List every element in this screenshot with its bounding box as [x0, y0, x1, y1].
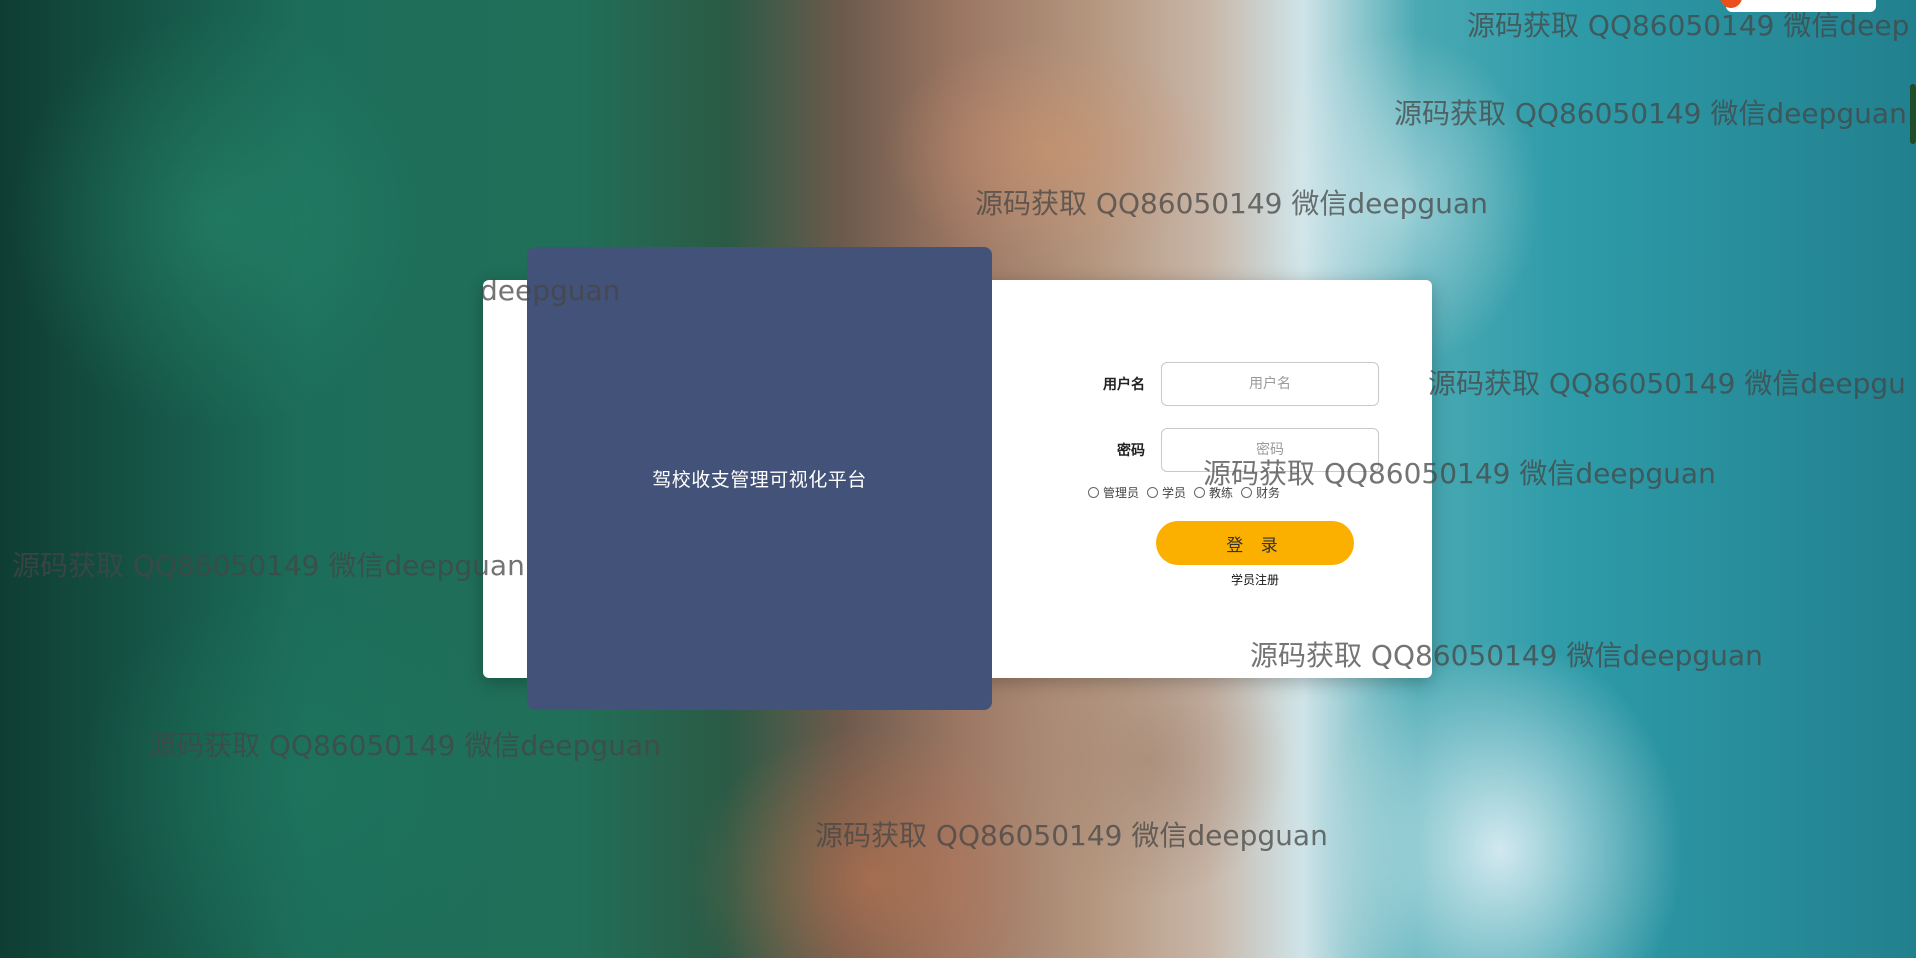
brand-panel: 驾校收支管理可视化平台 — [527, 247, 992, 710]
password-input[interactable] — [1161, 428, 1379, 472]
role-option-student[interactable]: 学员 — [1147, 484, 1186, 501]
register-link[interactable]: 学员注册 — [1156, 571, 1354, 588]
role-option-coach[interactable]: 教练 — [1194, 484, 1233, 501]
watermark-text: 源码获取 QQ86050149 微信deepguan — [975, 187, 1488, 220]
role-selector: 管理员 学员 教练 财务 — [1088, 484, 1410, 501]
login-form: 用户名 密码 管理员 学员 教练 财务 登 录 — [1070, 360, 1410, 588]
watermark-text: 源码获取 QQ86050149 微信deepguan — [148, 729, 661, 762]
watermark-text: 源码获取 QQ86050149 微信deepguan — [12, 549, 525, 582]
radio-icon[interactable] — [1241, 487, 1253, 498]
browser-extension-logo — [1720, 0, 1876, 12]
username-label: 用户名 — [1103, 377, 1145, 393]
password-row: 密码 — [1070, 426, 1410, 474]
role-label: 管理员 — [1103, 486, 1140, 500]
platform-title: 驾校收支管理可视化平台 — [652, 469, 867, 491]
password-label: 密码 — [1117, 443, 1145, 459]
login-button[interactable]: 登 录 — [1156, 521, 1354, 565]
radio-icon[interactable] — [1147, 487, 1159, 498]
role-label: 学员 — [1162, 486, 1187, 500]
logo-badge-icon — [1720, 0, 1742, 8]
radio-icon[interactable] — [1088, 487, 1099, 498]
watermark-text: 源码获取 QQ86050149 微信deepguan — [1394, 97, 1907, 130]
username-input[interactable] — [1161, 362, 1379, 406]
role-option-admin[interactable]: 管理员 — [1088, 484, 1139, 501]
background-scene: 驾校收支管理可视化平台 用户名 密码 管理员 学员 教练 — [0, 0, 1916, 958]
watermark-text: 源码获取 QQ86050149 微信deepgu — [1428, 367, 1906, 400]
role-label: 财务 — [1256, 486, 1281, 500]
scroll-handle[interactable] — [1910, 84, 1916, 144]
role-label: 教练 — [1209, 486, 1234, 500]
watermark-text: 源码获取 QQ86050149 微信deepguan — [815, 819, 1328, 852]
username-row: 用户名 — [1070, 360, 1410, 408]
radio-icon[interactable] — [1194, 487, 1206, 498]
role-option-finance[interactable]: 财务 — [1241, 484, 1280, 501]
